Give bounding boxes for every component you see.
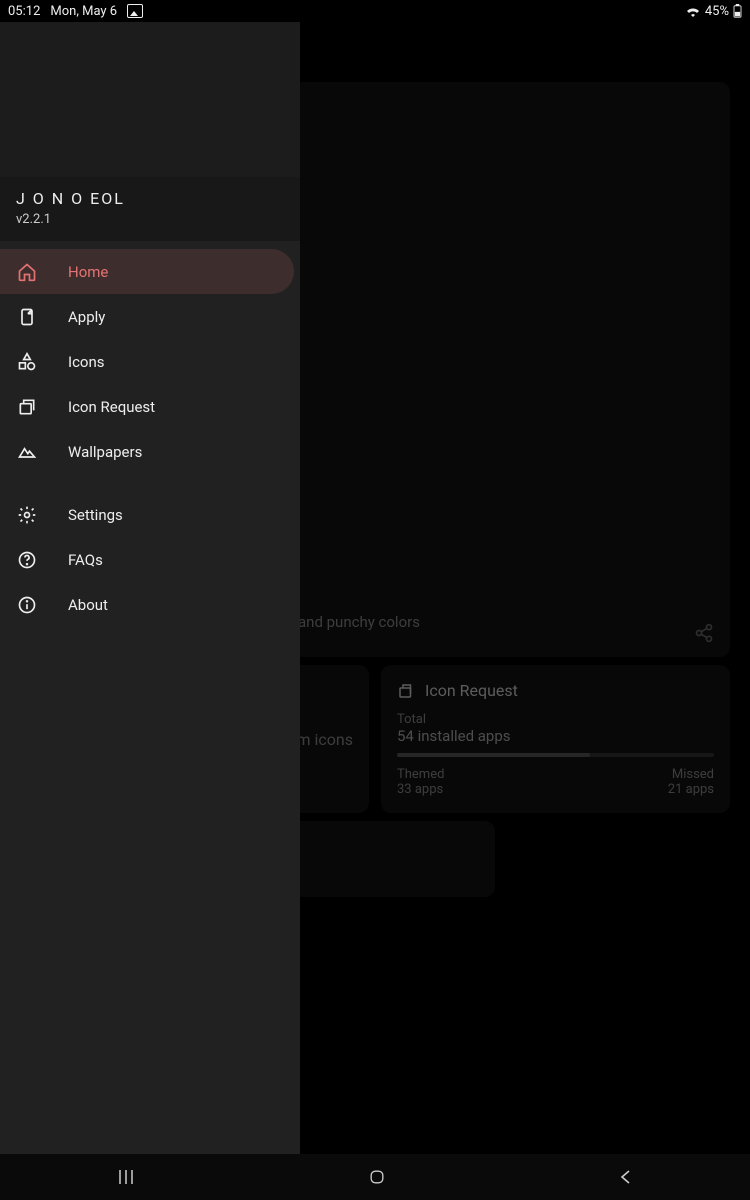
- navigation-drawer: J O N O EOL v2.2.1 Home Apply Icons Ico: [0, 22, 300, 1154]
- wifi-icon: [685, 5, 701, 17]
- status-bar: 05:12 Mon, May 6 45%: [0, 0, 750, 22]
- nav-label: Apply: [68, 308, 105, 326]
- info-icon: [16, 595, 38, 615]
- nav-item-icons[interactable]: Icons: [0, 339, 294, 384]
- apply-icon: [16, 307, 38, 327]
- drawer-primary-list: Home Apply Icons Icon Request Wallpapers: [0, 241, 300, 474]
- home-button[interactable]: [367, 1167, 387, 1187]
- drawer-header: [0, 22, 300, 177]
- nav-item-apply[interactable]: Apply: [0, 294, 294, 339]
- battery-icon: [733, 4, 742, 18]
- nav-label: FAQs: [68, 551, 103, 569]
- nav-label: About: [68, 596, 108, 614]
- nav-label: Settings: [68, 506, 123, 524]
- app-version: v2.2.1: [16, 212, 284, 227]
- back-button[interactable]: [618, 1168, 634, 1186]
- gear-icon: [16, 505, 38, 525]
- nav-item-faqs[interactable]: FAQs: [0, 537, 294, 582]
- recents-button[interactable]: [116, 1168, 136, 1186]
- system-nav-bar: [0, 1154, 750, 1200]
- nav-item-wallpapers[interactable]: Wallpapers: [0, 429, 294, 474]
- drawer-title: J O N O EOL v2.2.1: [0, 177, 300, 241]
- nav-label: Wallpapers: [68, 443, 142, 461]
- nav-label: Home: [68, 263, 108, 281]
- drawer-separator: [0, 474, 300, 484]
- nav-item-about[interactable]: About: [0, 582, 294, 627]
- help-icon: [16, 550, 38, 570]
- home-icon: [16, 262, 38, 282]
- image-icon: [127, 4, 143, 18]
- shapes-icon: [16, 352, 38, 372]
- nav-item-home[interactable]: Home: [0, 249, 294, 294]
- status-time: 05:12: [8, 4, 40, 19]
- mountain-icon: [16, 442, 38, 462]
- nav-item-settings[interactable]: Settings: [0, 492, 294, 537]
- drawer-secondary-list: Settings FAQs About: [0, 484, 300, 627]
- request-icon: [16, 397, 38, 417]
- battery-text: 45%: [705, 4, 729, 19]
- status-date: Mon, May 6: [50, 4, 117, 19]
- nav-item-icon-request[interactable]: Icon Request: [0, 384, 294, 429]
- nav-label: Icon Request: [68, 398, 155, 416]
- nav-label: Icons: [68, 353, 105, 371]
- app-name: J O N O EOL: [16, 189, 284, 208]
